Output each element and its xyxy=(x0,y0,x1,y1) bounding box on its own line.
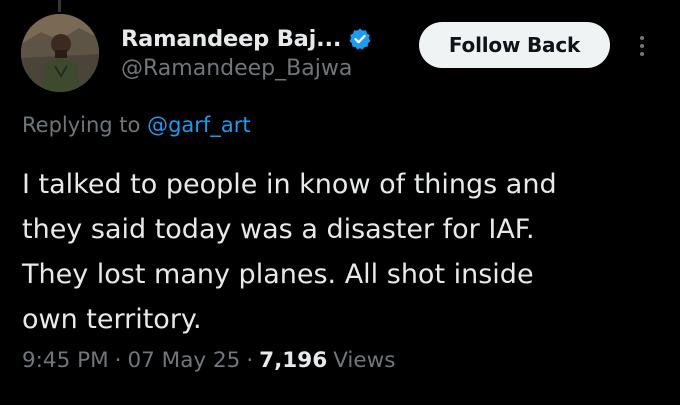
more-dot xyxy=(640,44,644,48)
tweet-text-line: own territory. xyxy=(22,304,202,335)
tweet-date[interactable]: 07 May 25 xyxy=(127,348,240,373)
views-count[interactable]: 7,196 xyxy=(259,348,327,373)
more-dot xyxy=(640,36,644,40)
tweet-text-line: I talked to people in know of things and xyxy=(22,169,557,200)
more-dot xyxy=(640,52,644,56)
meta-separator: · xyxy=(246,348,254,373)
thread-connector-line xyxy=(58,0,61,12)
tweet-time[interactable]: 9:45 PM xyxy=(22,348,109,373)
author-display-name[interactable]: Ramandeep Baj... xyxy=(121,26,341,52)
tweet-text-line: They lost many planes. All shot inside xyxy=(22,259,534,290)
tweet-meta: 9:45 PM · 07 May 25 · 7,196 Views xyxy=(22,348,395,373)
avatar[interactable] xyxy=(21,14,99,92)
replying-to-prefix: Replying to xyxy=(22,113,141,137)
tweet-text-line: they said today was a disaster for IAF. xyxy=(22,214,535,245)
reply-mention-link[interactable]: @garf_art xyxy=(147,113,250,137)
replying-to: Replying to @garf_art xyxy=(22,113,251,137)
avatar-photo xyxy=(21,14,99,92)
tweet-text: I talked to people in know of things and… xyxy=(22,162,662,342)
author-name-row: Ramandeep Baj... xyxy=(121,22,372,56)
author-handle[interactable]: @Ramandeep_Bajwa xyxy=(121,56,352,81)
meta-separator: · xyxy=(114,348,122,373)
follow-back-button[interactable]: Follow Back xyxy=(419,22,610,68)
more-vertical-icon[interactable] xyxy=(630,26,654,66)
verified-badge-icon xyxy=(348,27,372,51)
views-label[interactable]: Views xyxy=(333,348,395,373)
